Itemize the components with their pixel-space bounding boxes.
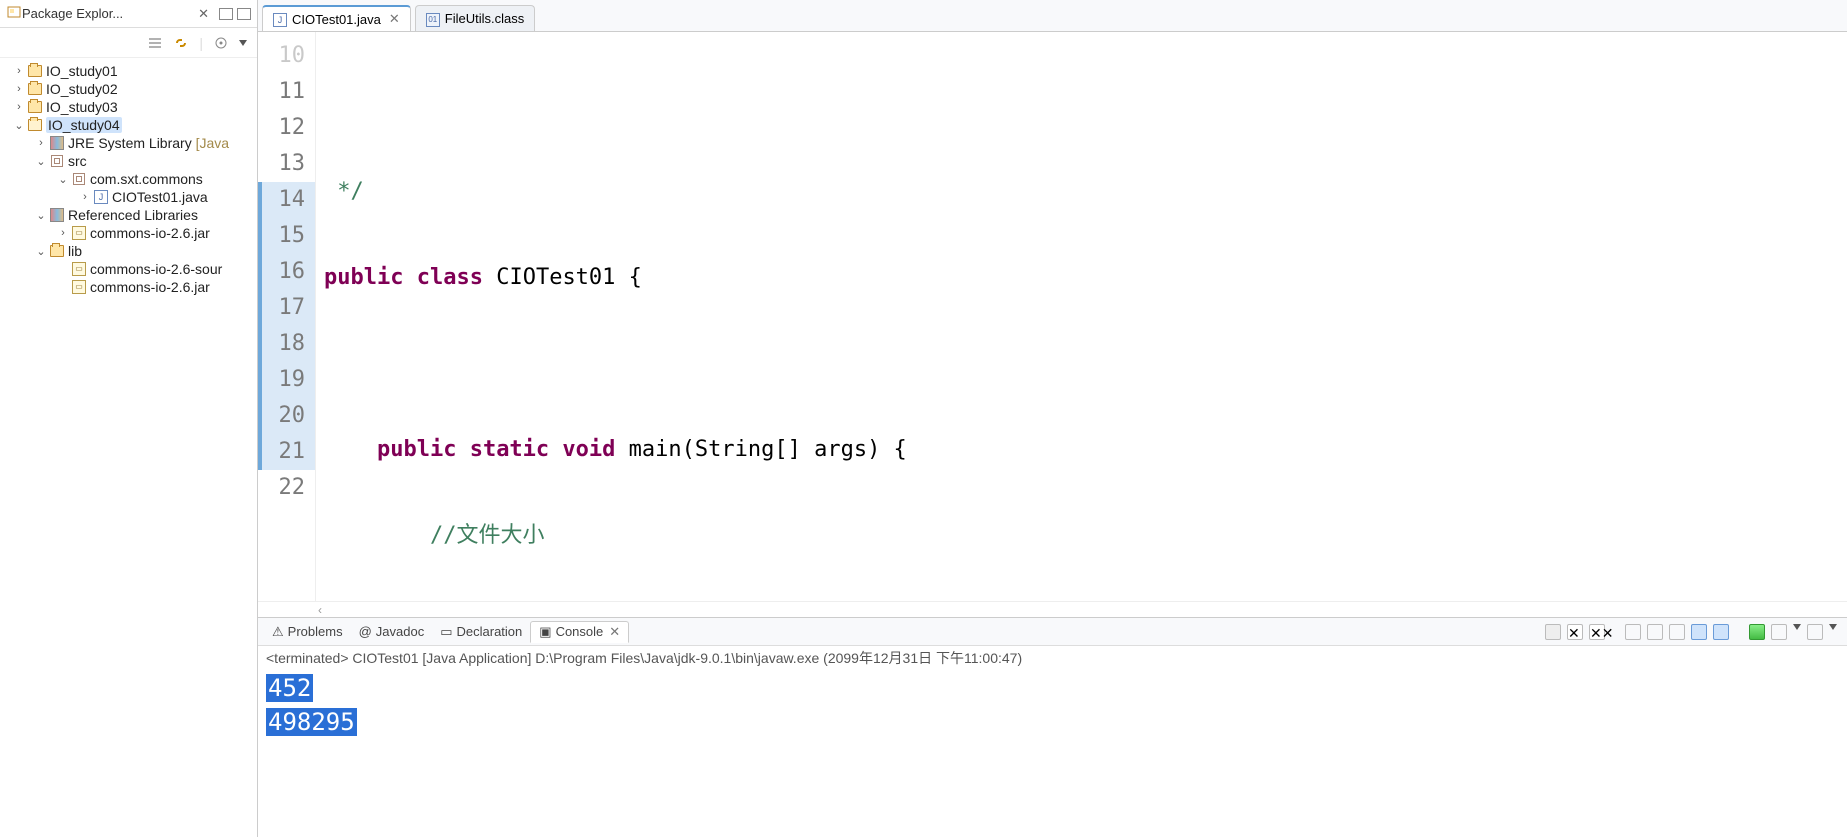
link-with-editor-icon[interactable] — [173, 35, 189, 51]
code-line — [316, 346, 1847, 382]
line-number: 19 — [258, 362, 315, 398]
line-gutter: 10 11 12 13 14 15 16 17 18 19 20 21 22 — [258, 32, 316, 601]
close-icon[interactable]: ✕ — [609, 624, 620, 640]
declaration-tab[interactable]: ▭Declaration — [432, 622, 530, 642]
javadoc-tab[interactable]: @Javadoc — [351, 622, 433, 641]
collapse-all-icon[interactable] — [147, 35, 163, 51]
line-number: 16 — [258, 254, 315, 290]
line-number: 14 — [258, 182, 315, 218]
package-explorer-panel: Package Explor... ✕ | ›IO_study01 ›IO_st… — [0, 0, 258, 837]
clear-console-button[interactable] — [1625, 624, 1641, 640]
javadoc-icon: @ — [359, 624, 372, 639]
display-console-button[interactable] — [1771, 624, 1787, 640]
declaration-icon: ▭ — [440, 624, 452, 640]
editor-tabs: J CIOTest01.java ✕ 01 FileUtils.class — [258, 0, 1847, 32]
pin-console-button[interactable] — [1749, 624, 1765, 640]
console-status: <terminated> CIOTest01 [Java Application… — [258, 646, 1847, 670]
java-file-icon: J — [273, 11, 287, 27]
terminate-button[interactable] — [1545, 624, 1561, 640]
console-tabs: ⚠Problems @Javadoc ▭Declaration ▣Console… — [258, 618, 1847, 646]
view-close-icon[interactable]: ✕ — [198, 6, 209, 22]
focus-icon[interactable] — [213, 35, 229, 51]
lib-folder-item[interactable]: ⌄lib — [0, 242, 257, 260]
line-number: 15 — [258, 218, 315, 254]
tab-label: FileUtils.class — [445, 11, 524, 26]
package-explorer-title: Package Explor... — [22, 6, 192, 21]
src-folder-item[interactable]: ⌄src — [0, 152, 257, 170]
package-item[interactable]: ⌄com.sxt.commons — [0, 170, 257, 188]
editor-tab-active[interactable]: J CIOTest01.java ✕ — [262, 5, 411, 31]
code-line: public class CIOTest01 { — [316, 260, 1847, 296]
horizontal-scroll[interactable]: ‹ — [258, 601, 1847, 617]
code-line — [316, 88, 1847, 124]
project-item[interactable]: ›IO_study01 — [0, 62, 257, 80]
line-number: 10 — [258, 38, 315, 74]
console-icon: ▣ — [539, 624, 551, 640]
console-panel: ⚠Problems @Javadoc ▭Declaration ▣Console… — [258, 617, 1847, 837]
java-file-item[interactable]: ›JCIOTest01.java — [0, 188, 257, 206]
line-number: 13 — [258, 146, 315, 182]
line-number: 17 — [258, 290, 315, 326]
console-toolbar: ✕ ✕✕ — [1545, 624, 1847, 640]
referenced-libraries-item[interactable]: ⌄Referenced Libraries — [0, 206, 257, 224]
jre-library-item[interactable]: ›JRE System Library [Java — [0, 134, 257, 152]
scroll-lock-button[interactable] — [1647, 624, 1663, 640]
project-item[interactable]: ›IO_study02 — [0, 80, 257, 98]
word-wrap-button[interactable] — [1669, 624, 1685, 640]
code-line: public static void main(String[] args) { — [316, 432, 1847, 468]
code-line: //文件大小 — [316, 518, 1847, 554]
tab-label: CIOTest01.java — [292, 12, 381, 27]
console-output[interactable]: 452 498295 — [258, 670, 1847, 837]
package-explorer-header: Package Explor... ✕ — [0, 0, 257, 28]
jar-item[interactable]: ›▭commons-io-2.6.jar — [0, 224, 257, 242]
view-maximize-button[interactable] — [237, 8, 251, 20]
jar-item[interactable]: ▭commons-io-2.6-sour — [0, 260, 257, 278]
remove-all-button[interactable]: ✕✕ — [1589, 624, 1605, 640]
class-file-icon: 01 — [426, 10, 440, 27]
code-content[interactable]: */ public class CIOTest01 { public stati… — [316, 32, 1847, 601]
console-tab[interactable]: ▣Console✕ — [530, 621, 629, 643]
view-minimize-button[interactable] — [219, 8, 233, 20]
remove-launch-button[interactable]: ✕ — [1567, 624, 1583, 640]
package-explorer-icon — [6, 4, 22, 23]
output-line: 452 — [266, 674, 313, 702]
line-number: 11 — [258, 74, 315, 110]
editor-tab-inactive[interactable]: 01 FileUtils.class — [415, 5, 535, 31]
open-console-button[interactable] — [1807, 624, 1823, 640]
code-line: */ — [316, 174, 1847, 210]
output-line: 498295 — [266, 708, 357, 736]
editor-area: J CIOTest01.java ✕ 01 FileUtils.class 10… — [258, 0, 1847, 837]
show-on-error-button[interactable] — [1713, 624, 1729, 640]
chevron-down-icon[interactable] — [1829, 624, 1837, 630]
show-on-output-button[interactable] — [1691, 624, 1707, 640]
line-number: 18 — [258, 326, 315, 362]
package-explorer-toolbar: | — [0, 28, 257, 58]
chevron-down-icon[interactable] — [1793, 624, 1801, 630]
line-number: 22 — [258, 470, 315, 506]
close-icon[interactable]: ✕ — [389, 11, 400, 27]
project-item[interactable]: ⌄IO_study04 — [0, 116, 257, 134]
project-item[interactable]: ›IO_study03 — [0, 98, 257, 116]
problems-icon: ⚠ — [272, 624, 284, 640]
code-editor[interactable]: 10 11 12 13 14 15 16 17 18 19 20 21 22 *… — [258, 32, 1847, 601]
project-tree: ›IO_study01 ›IO_study02 ›IO_study03 ⌄IO_… — [0, 58, 257, 300]
jar-item[interactable]: ▭commons-io-2.6.jar — [0, 278, 257, 296]
view-menu-icon[interactable] — [239, 40, 247, 46]
problems-tab[interactable]: ⚠Problems — [264, 622, 351, 642]
line-number: 21 — [258, 434, 315, 470]
line-number: 12 — [258, 110, 315, 146]
line-number: 20 — [258, 398, 315, 434]
